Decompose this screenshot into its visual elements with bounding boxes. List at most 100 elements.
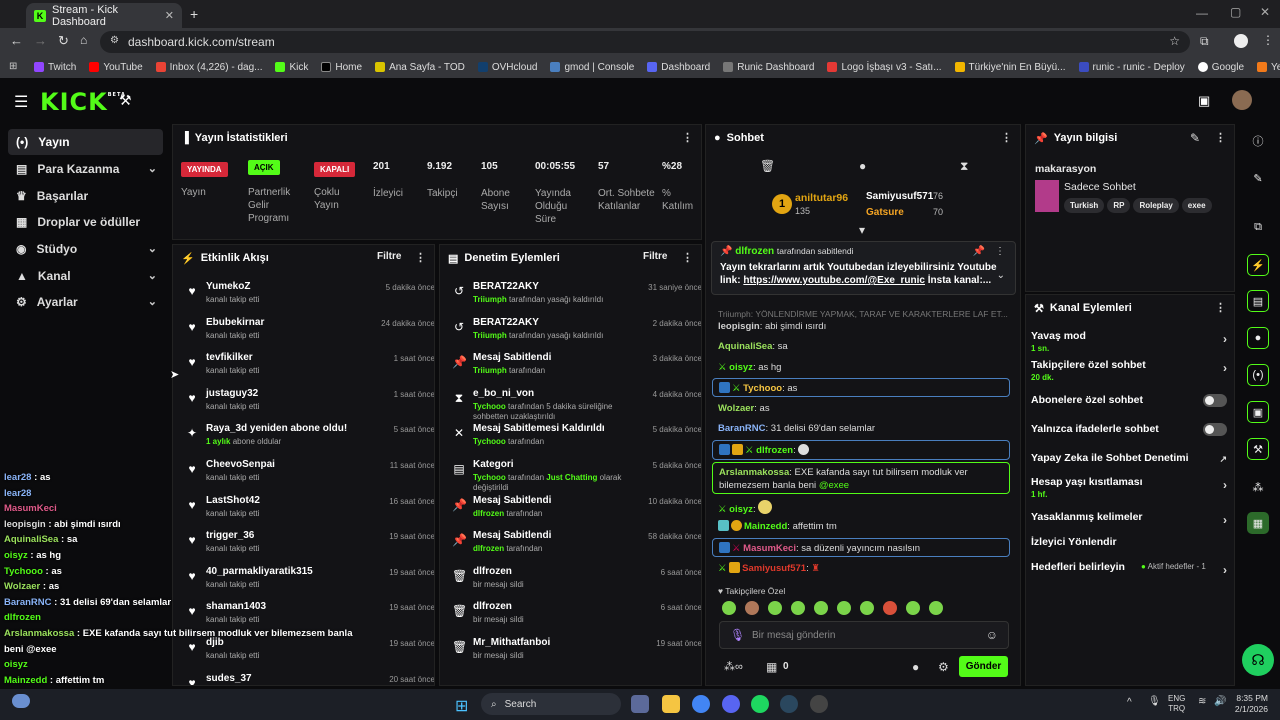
pinned-link[interactable]: https://www.youtube.com/@Exe_runic: [743, 275, 925, 286]
info-icon[interactable]: ⓘ: [1247, 130, 1269, 152]
window-close-icon[interactable]: ✕: [1260, 5, 1270, 19]
maximize-icon[interactable]: ▢: [1230, 5, 1241, 19]
chat-bubble-icon[interactable]: ●: [912, 660, 919, 674]
site-info-icon[interactable]: ⚙: [110, 35, 119, 46]
moderation-item[interactable]: ↺ BERAT22AKY Triiumph tarafından yasağı …: [452, 279, 701, 313]
filter-button[interactable]: Filtre: [643, 251, 667, 262]
tag[interactable]: Turkish: [1064, 198, 1105, 213]
screenshot-icon[interactable]: ⧉: [1247, 216, 1269, 238]
moderation-item[interactable]: ↺ BERAT22AKY Triiumph tarafından yasağı …: [452, 315, 701, 349]
filter-button[interactable]: Filtre: [377, 251, 401, 262]
profile-icon[interactable]: [1234, 34, 1248, 48]
sidebar-item-basarilar[interactable]: ♛ Başarılar: [8, 183, 163, 209]
steam-icon[interactable]: [780, 695, 798, 713]
sidebar-item-ayarlar[interactable]: ⚙ Ayarlar ⌄: [8, 289, 163, 315]
url-field[interactable]: ⚙ dashboard.kick.com/stream ☆: [100, 31, 1190, 53]
emoji-icon[interactable]: ☺: [986, 628, 998, 642]
bookmark-ovhcloud[interactable]: OVHcloud: [477, 62, 537, 73]
home-icon[interactable]: ⌂: [80, 33, 87, 47]
tag[interactable]: exee: [1181, 198, 1212, 213]
emote-icon[interactable]: [906, 601, 920, 615]
bookmark-gmod[interactable]: gmod | Console: [550, 62, 634, 73]
sidebar-item-yayin[interactable]: (•) Yayın: [8, 129, 163, 155]
hammer-icon[interactable]: ⚒: [119, 92, 132, 109]
minimize-icon[interactable]: —: [1196, 6, 1208, 20]
moderation-item[interactable]: ⧗ e_bo_ni_von Tychooo tarafından 5 dakik…: [452, 386, 701, 421]
followers-only-setting[interactable]: Takipçilere özel sohbet 20 dk. ›: [1031, 359, 1227, 382]
emote-icon[interactable]: [791, 601, 805, 615]
hourglass-icon[interactable]: ⧗: [960, 159, 968, 174]
moderation-item[interactable]: 🗑 dlfrozen bir mesajı sildi 6 saat önce: [452, 599, 701, 633]
emote-icon[interactable]: [722, 601, 736, 615]
goals-setting[interactable]: Hedefleri belirleyin ● Aktif hedefler - 1…: [1031, 561, 1227, 577]
more-options-icon[interactable]: ⋮: [682, 251, 693, 264]
clock[interactable]: 8:35 PM 2/1/2026: [1232, 693, 1268, 715]
activity-item[interactable]: ♥ tevfikilker kanalı takip etti 1 saat ö…: [185, 350, 434, 384]
bookmark-runic-deploy[interactable]: runic - runic - Deploy: [1078, 62, 1185, 73]
reload-icon[interactable]: ↻: [58, 33, 69, 49]
bookmark-twitch[interactable]: Twitch: [34, 62, 76, 73]
language-indicator[interactable]: ENG TRQ: [1168, 694, 1185, 714]
spotify-icon[interactable]: [751, 695, 769, 713]
broadcast-icon[interactable]: (•): [1247, 364, 1269, 386]
chevron-down-icon[interactable]: ⌄: [997, 270, 1005, 281]
chat-settings-icon[interactable]: ⚙: [938, 660, 949, 674]
tray-chevron-icon[interactable]: ^: [1127, 697, 1132, 708]
emote-icon[interactable]: [860, 601, 874, 615]
moderation-item[interactable]: 📌 Mesaj Sabitlendi dlfrozen tarafından 1…: [452, 493, 701, 527]
bookmark-google[interactable]: Google: [1197, 62, 1244, 73]
bookmark-star-icon[interactable]: ☆: [1169, 34, 1180, 48]
ai-moderation-setting[interactable]: Yapay Zeka ile Sohbet Denetimi ↗: [1031, 452, 1227, 464]
chat-icon[interactable]: ●: [1247, 327, 1269, 349]
camera-icon[interactable]: ▣: [1198, 93, 1210, 109]
bookmark-youtube[interactable]: YouTube: [89, 62, 143, 73]
bookmark-inbox[interactable]: Inbox (4,226) - dag...: [155, 62, 262, 73]
tab-close-icon[interactable]: ✕: [165, 9, 174, 22]
more-options-icon[interactable]: ⋮: [682, 131, 693, 144]
mention[interactable]: @exee: [819, 480, 849, 491]
emote-icon[interactable]: [883, 601, 897, 615]
host-viewers-setting[interactable]: İzleyici Yönlendir: [1031, 536, 1227, 548]
obs-icon[interactable]: [810, 695, 828, 713]
send-button[interactable]: Gönder: [959, 656, 1008, 677]
emote-icon[interactable]: [837, 601, 851, 615]
microphone-icon[interactable]: 🎙: [730, 628, 745, 642]
pinned-collapse-icon[interactable]: ▾: [859, 223, 865, 237]
weather-icon[interactable]: [12, 694, 30, 708]
activity-item[interactable]: ♥ trigger_36 kanalı takip etti 19 saat ö…: [185, 528, 434, 562]
sidebar-item-studyo[interactable]: ◉ Stüdyo ⌄: [8, 236, 163, 262]
bookmark-kick[interactable]: Kick: [275, 62, 308, 73]
more-options-icon[interactable]: ⋮: [415, 251, 426, 264]
camera-icon[interactable]: ▣: [1247, 401, 1269, 423]
lightning-icon[interactable]: ⚡: [1247, 254, 1269, 276]
forward-icon[interactable]: →: [34, 33, 47, 48]
emote-icon[interactable]: [745, 601, 759, 615]
wrench-icon[interactable]: ⚒: [1247, 438, 1269, 460]
chat-mode-icon[interactable]: ●: [859, 159, 866, 173]
start-menu-icon[interactable]: ⊞: [455, 696, 468, 716]
users-icon[interactable]: ⁂: [1247, 476, 1269, 498]
user-avatar[interactable]: [1232, 90, 1252, 110]
moderation-item[interactable]: 🗑 dlfrozen bir mesajı sildi 6 saat önce: [452, 564, 701, 598]
slow-mode-setting[interactable]: Yavaş mod 1 sn. ›: [1031, 330, 1227, 353]
browser-menu-icon[interactable]: ⋮: [1262, 33, 1274, 47]
back-icon[interactable]: ←: [10, 33, 23, 48]
account-age-setting[interactable]: Hesap yaşı kısıtlaması 1 hf. ›: [1031, 476, 1227, 499]
more-options-icon[interactable]: ⋮: [1215, 131, 1226, 144]
emote-icon[interactable]: [814, 601, 828, 615]
banned-words-setting[interactable]: Yasaklanmış kelimeler ›: [1031, 511, 1227, 527]
tag[interactable]: Roleplay: [1133, 198, 1179, 213]
sidebar-item-droplar[interactable]: ▦ Droplar ve ödüller: [8, 209, 163, 235]
bookmark-yemek[interactable]: Yemek - Trendyol Go: [1257, 62, 1280, 73]
emote-only-toggle[interactable]: [1203, 423, 1227, 436]
moderation-item[interactable]: 📌 Mesaj Sabitlendi Triiumph tarafından 3…: [452, 350, 701, 384]
unpin-icon[interactable]: 📌: [973, 246, 985, 257]
edit-icon[interactable]: ✎: [1247, 167, 1269, 189]
kick-logo[interactable]: KICKBETA: [40, 88, 126, 116]
trash-icon[interactable]: 🗑: [760, 159, 775, 173]
more-options-icon[interactable]: ⋮: [1215, 301, 1226, 314]
new-tab-icon[interactable]: +: [190, 6, 198, 22]
activity-item[interactable]: ♥ Ebubekirnar kanalı takip etti 24 dakik…: [185, 315, 434, 349]
moderation-item[interactable]: ✕ Mesaj Sabitlemesi Kaldırıldı Tychooo t…: [452, 421, 701, 455]
game-icon[interactable]: ▦: [1247, 512, 1269, 534]
